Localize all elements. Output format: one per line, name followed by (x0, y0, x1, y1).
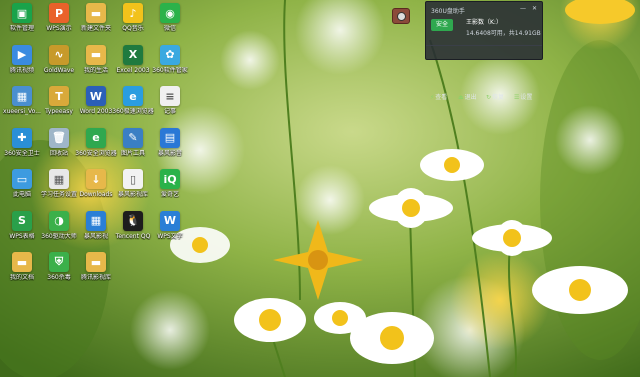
desktop-icon[interactable]: ▬ 我的文档 (4, 251, 40, 287)
desktop-icon[interactable]: W WPS文字 (152, 210, 188, 246)
tencent-video-icon: ▶ (12, 44, 32, 65)
desktop-icon-label: WPS文字 (157, 232, 183, 240)
desktop-icon[interactable]: S WPS表格 (4, 210, 40, 246)
360-software-icon: ✿ (160, 44, 180, 65)
view-button[interactable]: ⚡查看 (430, 92, 447, 101)
baofeng-video-icon: ▦ (86, 210, 106, 231)
view-label: 查看 (435, 94, 448, 101)
xueersi-icon: ▦ (12, 86, 32, 106)
folder-icon: ▬ (86, 44, 106, 65)
360-driver-icon: ◑ (49, 210, 69, 231)
desktop-icon[interactable]: ♪ QQ音乐 (115, 2, 151, 38)
desktop-icon[interactable]: ↓ Downloads (78, 168, 114, 204)
qq-icon: 🐧 (123, 210, 143, 231)
360-safe-browser-icon: e (86, 127, 106, 148)
desktop-icon[interactable]: ◉ 微信 (152, 2, 188, 38)
desktop-icon[interactable]: iQ 爱奇艺 (152, 168, 188, 204)
desktop-icon-label: 微信 (163, 25, 176, 32)
restore-button[interactable]: ↻恢复 (486, 92, 504, 101)
this-pc-icon: ▭ (12, 169, 32, 189)
close-button[interactable]: ✕ (532, 5, 537, 12)
wps-writer-icon: W (160, 210, 180, 231)
restore-label: 恢复 (492, 94, 505, 101)
desktop-icon[interactable]: e 360极速浏览器 (112, 85, 154, 121)
desktop-icon[interactable]: ✿ 360软件管家 (152, 44, 188, 80)
settings-icon: ☰ (514, 94, 520, 101)
typeeasy-icon: T (49, 86, 69, 106)
desktop-icon[interactable]: ▦ 暴风影视 (78, 210, 114, 246)
eject-label: 退出 (464, 94, 477, 101)
eject-icon: ⏏ (458, 94, 464, 101)
goldwave-icon: ∿ (49, 44, 69, 65)
wps-sheet-icon: S (12, 210, 32, 231)
tencent-library-icon: ▬ (86, 252, 106, 272)
usb-capacity: 14.6408可用，共14.91GB (466, 30, 541, 37)
usb-assistant-widget: 360U盘助手 — ✕ 安全 王影数（K:） 14.6408可用，共14.91G… (425, 1, 543, 101)
desktop-icon[interactable]: P WPS演示 (41, 2, 77, 38)
desktop-icon[interactable]: X Excel 2003 (115, 44, 151, 80)
desktop-icon[interactable]: e 360安全浏览器 (75, 127, 117, 163)
excel-icon: X (123, 44, 143, 65)
desktop-icon[interactable]: ▦ xueersi_Vo... (3, 85, 41, 121)
desktop-icon[interactable]: ▶ 腾讯视频 (4, 44, 40, 80)
restore-icon: ↻ (486, 94, 492, 101)
baofeng-icon: ▤ (160, 127, 180, 148)
view-icon: ⚡ (430, 94, 435, 101)
desktop-icon-label: 爱奇艺 (160, 191, 179, 198)
desktop-icon-grid: ▣ 软件管理 P WPS演示 ▬ 新建文件夹 ♪ QQ音乐 ◉ 微信 ▶ 腾讯视频 ∿ GoldWave ▬… (0, 0, 640, 377)
desktop-icon[interactable]: ▬ 新建文件夹 (78, 2, 114, 38)
folder-icon: ▬ (12, 252, 32, 272)
settings-label: 设置 (520, 94, 533, 101)
desktop-icon-label: 暴风影音 (157, 149, 182, 157)
usb-widget-title: 360U盘助手 (431, 8, 465, 15)
desktop-icon[interactable]: T Typeeasy (41, 85, 77, 121)
360-browser-icon: e (123, 86, 143, 106)
software-manager-icon: ▣ (12, 3, 32, 23)
desktop-icon[interactable]: ▬ 腾讯影视库 (78, 251, 114, 287)
desktop-icon[interactable]: ▭ 此电脑 (4, 168, 40, 204)
desktop-icon[interactable]: ✎ 图片工具 (115, 127, 151, 163)
word-icon: W (86, 86, 106, 106)
desktop-icon[interactable]: ✚ 360安全卫士 (4, 127, 40, 163)
folder-icon: ▬ (86, 3, 106, 23)
desktop-icon-label: 腾讯影视库 (80, 274, 111, 281)
360-antivirus-icon: ⛨ (49, 252, 69, 272)
document-icon: ▯ (123, 169, 143, 189)
desktop-icon[interactable]: ▦ 学习任务设置 (41, 168, 77, 204)
notepad-icon: ≡ (160, 86, 180, 106)
desktop-icon[interactable]: ∿ GoldWave (41, 44, 77, 80)
desktop-icon[interactable]: 🐧 Tencent QQ (115, 210, 151, 246)
desktop-icon[interactable]: W Word 2003 (78, 85, 114, 121)
settings-button[interactable]: ☰设置 (514, 92, 532, 101)
usb-action-bar: ⚡查看 ⏏退出 ↻恢复 ☰设置 (426, 45, 542, 101)
wechat-icon: ◉ (160, 3, 180, 23)
desktop-icon[interactable]: ⛨ 360杀毒 (41, 251, 77, 287)
desktop-icon[interactable]: 🗑 回收站 (41, 127, 77, 163)
qq-music-icon: ♪ (123, 3, 143, 23)
iqiyi-icon: iQ (160, 169, 180, 189)
desktop-icon[interactable]: ≡ 记事 (152, 85, 188, 121)
recycle-bin-icon: 🗑 (49, 127, 69, 148)
calculator-icon: ▦ (49, 169, 69, 189)
desktop-icon[interactable]: ▣ 软件管理 (4, 2, 40, 38)
minimize-button[interactable]: — (520, 5, 526, 12)
desktop-icon[interactable]: ▯ 暴风影视库 (115, 168, 151, 204)
desktop-icon-label: 360软件管家 (152, 66, 188, 74)
image-tool-icon: ✎ (123, 127, 143, 148)
downloads-folder-icon: ↓ (86, 169, 106, 189)
desktop-icon[interactable]: ◑ 360驱动大师 (41, 210, 77, 246)
360-safe-icon: ✚ (12, 127, 32, 148)
desktop-icon-label: 记事 (163, 108, 176, 115)
usb-device-name: 王影数（K:） (466, 19, 502, 26)
status-badge: 安全 (431, 19, 453, 31)
desktop-icon[interactable]: ▬ 我的生活 (78, 44, 114, 80)
wps-presentation-icon: P (49, 3, 69, 23)
eject-button[interactable]: ⏏退出 (458, 92, 477, 101)
desktop-icon[interactable]: ▤ 暴风影音 (152, 127, 188, 163)
